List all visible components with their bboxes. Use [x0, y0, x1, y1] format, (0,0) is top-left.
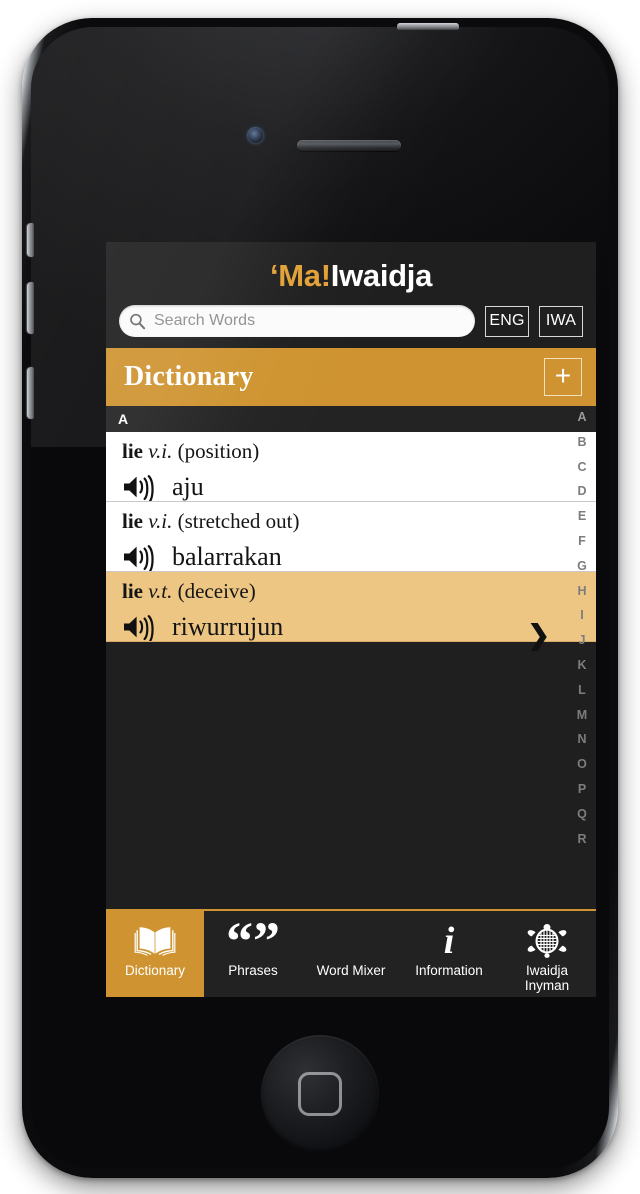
alphabet-index-letter[interactable]: B [577, 436, 586, 449]
volume-up-button[interactable] [27, 282, 34, 334]
entry-gloss: lie v.t. (deceive) [122, 579, 596, 604]
front-camera-icon [247, 127, 264, 144]
tab-bar: Dictionary “” Phrases Word Mixer i Infor… [106, 909, 596, 997]
entry-headword: lie [122, 509, 143, 533]
alphabet-index-letter[interactable]: R [577, 833, 586, 846]
speaker-icon[interactable] [122, 613, 158, 641]
alphabet-index-letter[interactable]: M [577, 709, 587, 722]
entry-sense: (deceive) [177, 579, 256, 603]
speaker-icon[interactable] [122, 543, 158, 571]
entry-word: riwurrujun [172, 612, 284, 641]
section-header-letter: A [106, 406, 596, 432]
alphabet-index-letter[interactable]: G [577, 560, 587, 573]
volume-down-button[interactable] [27, 367, 34, 419]
home-button-square-icon [298, 1072, 342, 1116]
phone-device: ‘Ma!Iwaidja ENG IWA Dictionary [22, 18, 618, 1178]
entry-pos: v.i. [148, 439, 173, 463]
alphabet-index-letter[interactable]: Q [577, 808, 587, 821]
entry-word-line: aju [122, 472, 596, 502]
entry-chevron-icon[interactable]: ❯ [527, 622, 550, 649]
tab-label: Iwaidja Inyman [525, 963, 569, 993]
app-title: ‘Ma!Iwaidja [106, 242, 596, 291]
app-title-accent: ‘Ma! [269, 258, 331, 293]
tab-label-line2: Inyman [524, 978, 570, 993]
alphabet-index-letter[interactable]: O [577, 758, 587, 771]
alphabet-index-letter[interactable]: J [579, 634, 586, 647]
alphabet-index-letter[interactable]: F [578, 535, 586, 548]
list-item[interactable]: lie v.i. (stretched out) balarrakan [106, 502, 596, 572]
tab-phrases[interactable]: “” Phrases [204, 911, 302, 997]
dictionary-list: A lie v.i. (position) aju lie v.i. (stre… [106, 406, 596, 845]
silent-switch[interactable] [27, 223, 34, 257]
quotation-marks-icon: “” [226, 911, 280, 971]
tab-label: Phrases [228, 963, 278, 978]
entry-word-line: riwurrujun [122, 612, 596, 642]
alphabet-index-letter[interactable]: P [578, 783, 586, 796]
search-input[interactable] [154, 312, 465, 330]
speaker-icon[interactable] [122, 473, 158, 501]
entry-word: aju [172, 472, 204, 501]
alphabet-index-letter[interactable]: I [580, 609, 583, 622]
power-button[interactable] [397, 23, 459, 30]
list-item[interactable]: lie v.i. (position) aju [106, 432, 596, 502]
alphabet-index-letter[interactable]: K [577, 659, 586, 672]
home-button[interactable] [261, 1035, 379, 1153]
alphabet-index-letter[interactable]: E [578, 510, 586, 523]
alphabet-index-letter[interactable]: D [577, 485, 586, 498]
alphabet-index-letter[interactable]: A [577, 411, 586, 424]
search-field[interactable] [119, 305, 475, 337]
app-title-rest: Iwaidja [330, 258, 433, 293]
entry-pos: v.i. [148, 509, 173, 533]
lang-toggle-eng[interactable]: ENG [485, 305, 529, 337]
tab-label: Word Mixer [316, 963, 386, 978]
tab-information[interactable]: i Information [400, 911, 498, 997]
entry-headword: lie [122, 579, 143, 603]
phone-screen: ‘Ma!Iwaidja ENG IWA Dictionary [106, 242, 596, 997]
list-item-selected[interactable]: lie v.t. (deceive) riwurrujun ❯ [106, 572, 596, 649]
alphabet-index-letter[interactable]: L [578, 684, 586, 697]
screenshot-stage: ‘Ma!Iwaidja ENG IWA Dictionary [0, 0, 640, 1194]
search-row: ENG IWA [106, 291, 596, 348]
alphabet-index-letter[interactable]: C [577, 461, 586, 474]
search-icon [130, 313, 146, 329]
tab-label: Dictionary [124, 963, 186, 978]
phone-bezel: ‘Ma!Iwaidja ENG IWA Dictionary [27, 23, 609, 1169]
entry-gloss: lie v.i. (position) [122, 439, 596, 464]
entry-word-line: balarrakan [122, 542, 596, 572]
alphabet-index-letter[interactable]: H [577, 585, 586, 598]
entry-sense: (position) [177, 439, 260, 463]
tab-label: Information [415, 963, 483, 978]
alphabet-index-letter[interactable]: N [577, 733, 586, 746]
dictionary-navbar: Dictionary + [106, 348, 596, 406]
lang-toggle-iwa[interactable]: IWA [539, 305, 583, 337]
entry-pos: v.t. [148, 579, 173, 603]
earpiece-speaker [297, 140, 401, 151]
tab-word-mixer[interactable]: Word Mixer [302, 911, 400, 997]
info-i-icon: i [443, 920, 455, 962]
entry-headword: lie [122, 439, 143, 463]
turtle-icon [524, 920, 570, 962]
add-word-button[interactable]: + [544, 358, 582, 396]
page-title: Dictionary [124, 361, 254, 392]
alphabet-index-scrubber[interactable]: ABCDEFGHIJKLMNOPQR [568, 406, 596, 845]
tab-iwaidja-inyman[interactable]: Iwaidja Inyman [498, 911, 596, 997]
tab-label-line1: Iwaidja [525, 963, 569, 978]
tab-dictionary[interactable]: Dictionary [106, 911, 204, 997]
entry-word: balarrakan [172, 542, 282, 571]
open-book-icon [133, 920, 177, 962]
entry-sense: (stretched out) [177, 509, 300, 533]
entry-gloss: lie v.i. (stretched out) [122, 509, 596, 534]
